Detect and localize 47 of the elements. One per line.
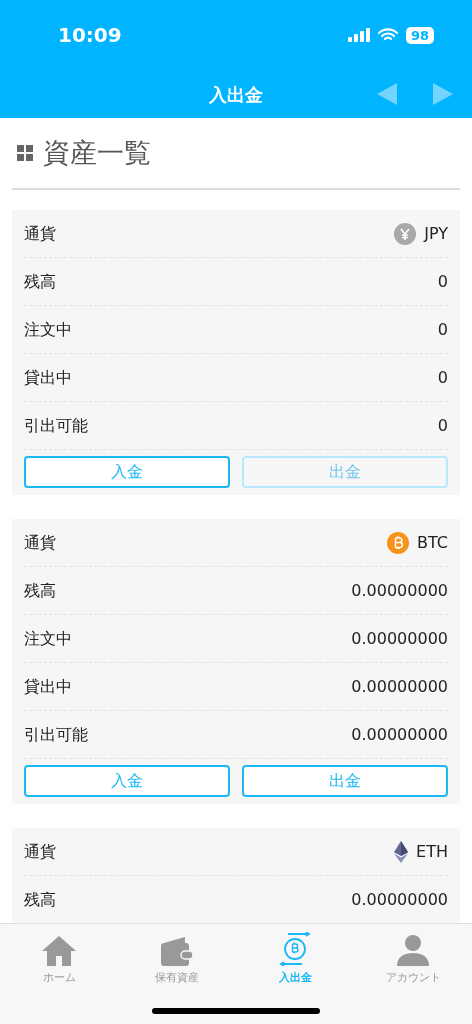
row-label: 注文中: [24, 318, 72, 341]
tab-item[interactable]: アカウント: [385, 932, 441, 987]
home-icon: [42, 936, 76, 966]
currency-code: BTC: [417, 531, 448, 554]
currency-code: ETH: [416, 840, 448, 863]
signal-icon: [347, 28, 370, 42]
row-value: 0.00000000: [351, 723, 448, 746]
yen-coin-icon: [394, 222, 417, 245]
row-value: 0.00000000: [351, 579, 448, 602]
row-label: 貸出中: [24, 675, 72, 698]
wifi-icon: [377, 28, 398, 42]
battery-level: 98: [405, 26, 434, 44]
row-label: 通貨: [24, 222, 56, 245]
deposit-button[interactable]: 入金: [24, 765, 230, 797]
withdraw-button[interactable]: 出金: [242, 765, 448, 797]
row-value: 0.00000000: [351, 627, 448, 650]
left-triangle-icon: [377, 83, 397, 105]
row-value: 0.00000000: [351, 675, 448, 698]
person-icon: [397, 934, 429, 966]
row-label: 注文中: [24, 627, 72, 650]
currency-code: JPY: [424, 222, 448, 245]
row-label: 通貨: [24, 531, 56, 554]
tab-item[interactable]: ホーム: [42, 932, 76, 987]
grid-icon: [17, 145, 33, 161]
row-value: 0: [437, 366, 448, 389]
wallet-icon: [161, 936, 193, 966]
row-value: 0: [437, 270, 448, 293]
screen-title: 入出金: [209, 82, 263, 107]
row-label: 引出可能: [24, 414, 88, 437]
row-label: 引出可能: [24, 723, 88, 746]
right-triangle-icon: [433, 83, 453, 105]
bitcoin-transfer-icon: [278, 932, 312, 966]
row-label: 残高: [24, 888, 56, 911]
tab-item[interactable]: 入出金: [278, 932, 312, 987]
status-time: 10:09: [58, 22, 122, 49]
deposit-button[interactable]: 入金: [24, 456, 230, 488]
row-label: 貸出中: [24, 366, 72, 389]
row-label: 残高: [24, 270, 56, 293]
row-value: 0: [437, 318, 448, 341]
section-title: 資産一覧: [43, 135, 151, 170]
row-label: 通貨: [24, 840, 56, 863]
tab-item[interactable]: 保有資産: [155, 932, 199, 987]
row-value: 0.00000000: [351, 888, 448, 911]
diamond-coin-icon: [394, 840, 409, 863]
row-label: 残高: [24, 579, 56, 602]
bitcoin-coin-icon: [387, 531, 409, 554]
row-value: 0: [437, 414, 448, 437]
